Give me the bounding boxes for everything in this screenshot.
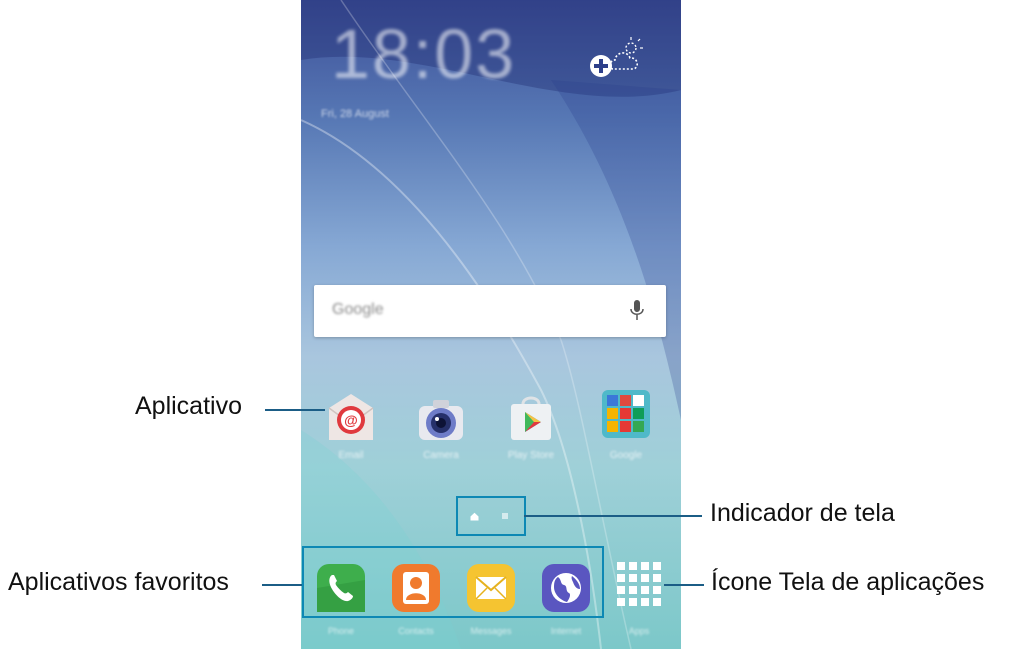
app-label-camera: Camera (423, 450, 459, 461)
weather-add-icon[interactable] (587, 36, 647, 80)
camera-icon[interactable] (413, 390, 469, 446)
callout-line-apps-screen-icon (664, 584, 704, 586)
search-placeholder: Google (332, 301, 384, 318)
screen-indicator-highlight (456, 496, 526, 536)
dock-label-contacts: Contacts (398, 626, 434, 636)
microphone-icon[interactable] (630, 299, 644, 323)
google-search-bar[interactable]: Google (314, 285, 666, 337)
callout-app: Aplicativo (135, 392, 242, 420)
callout-line-app (265, 409, 325, 411)
lock-clock-date: Fri, 28 August (321, 108, 389, 120)
play-store-icon[interactable] (503, 390, 559, 446)
dock-label-messages: Messages (470, 626, 512, 636)
callout-line-favorites (262, 584, 302, 586)
dock-label-phone: Phone (327, 626, 355, 636)
app-label-email: Email (338, 450, 364, 461)
apps-grid-icon[interactable] (611, 556, 667, 612)
callout-apps-screen-icon: Ícone Tela de aplicações (711, 568, 985, 596)
dock-label-internet: Internet (550, 626, 582, 636)
lock-clock-time: 18:03 (331, 15, 517, 93)
callout-screen-indicator: Indicador de tela (710, 499, 895, 527)
app-label-play-store: Play Store (507, 450, 555, 461)
favorites-highlight (302, 546, 604, 618)
callout-favorites: Aplicativos favoritos (8, 568, 229, 596)
email-icon[interactable]: @ (323, 390, 379, 446)
dock-label-apps: Apps (628, 626, 650, 636)
app-label-google: Google (609, 450, 643, 461)
callout-line-screen-indicator (524, 515, 702, 517)
svg-text:@: @ (344, 412, 358, 428)
google-folder-icon[interactable] (598, 386, 654, 442)
